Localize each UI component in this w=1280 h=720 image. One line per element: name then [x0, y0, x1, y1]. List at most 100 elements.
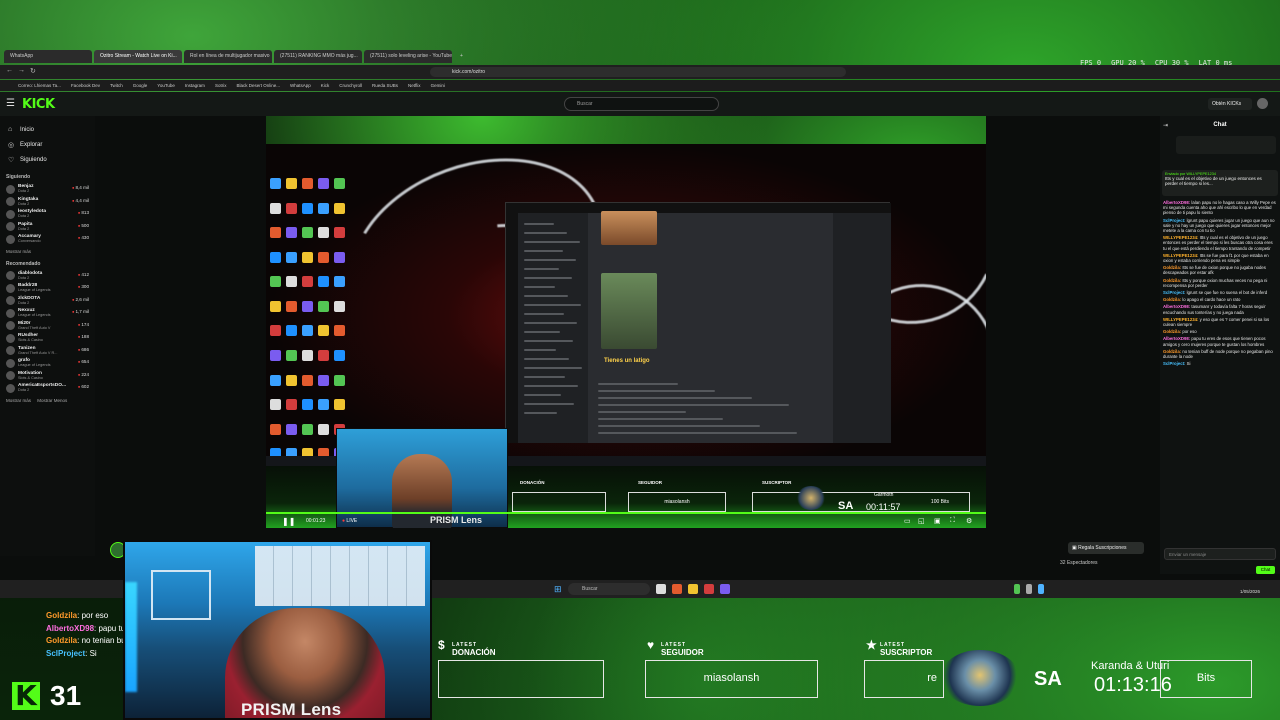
- desktop-app-icon[interactable]: [334, 276, 345, 288]
- show-more-recommended[interactable]: Mostrar más Mostrar Menos: [6, 398, 89, 403]
- desktop-app-icon[interactable]: [286, 251, 297, 263]
- browser-tab-active[interactable]: Ozitro Stream - Watch Live on Ki...: [94, 50, 182, 63]
- sidebar-channel[interactable]: AccamaryConversando 430: [6, 233, 89, 246]
- desktop-app-icon[interactable]: [270, 178, 281, 189]
- pause-icon[interactable]: ❚❚: [282, 517, 295, 526]
- chat-username[interactable]: SclProject:: [1163, 290, 1187, 295]
- desktop-app-icon[interactable]: [318, 423, 329, 435]
- nav-explore[interactable]: ◎ Explorar: [6, 137, 89, 152]
- get-kicks-button[interactable]: Obtén KICKs: [1208, 98, 1252, 110]
- desktop-app-icon[interactable]: [318, 399, 329, 411]
- sidebar-channel[interactable]: PapitaDota 2 500: [6, 221, 89, 234]
- bookmark[interactable]: Crunchyroll: [339, 83, 362, 88]
- desktop-app-icon[interactable]: [286, 276, 297, 288]
- browser-tab[interactable]: (27511) RANKING MMO más jug...: [274, 50, 362, 63]
- progress-bar[interactable]: [266, 512, 986, 514]
- desktop-app-icon[interactable]: [318, 276, 329, 288]
- desktop-app-icon[interactable]: [302, 227, 313, 239]
- desktop-app-icon[interactable]: [286, 325, 297, 337]
- desktop-app-icon[interactable]: [334, 350, 345, 362]
- chat-input[interactable]: Enviar un mensaje: [1164, 548, 1276, 560]
- desktop-app-icon[interactable]: [270, 374, 281, 386]
- desktop-app-icon[interactable]: [286, 178, 297, 189]
- desktop-app-icon[interactable]: [334, 399, 345, 411]
- desktop-app-icon[interactable]: [318, 178, 329, 189]
- windows-start-icon[interactable]: ⊞: [554, 584, 564, 594]
- clip-icon[interactable]: ▣: [934, 517, 941, 525]
- sidebar-channel[interactable]: NexxuzLeague of Legends 1,7 mil: [6, 307, 89, 320]
- search-input[interactable]: Buscar: [564, 97, 719, 111]
- app-icon[interactable]: [672, 584, 682, 594]
- desktop-app-icon[interactable]: [302, 423, 313, 435]
- sidebar-channel[interactable]: BenjazDota 2 8,4 mil: [6, 183, 89, 196]
- video-player[interactable]: Tienes un latigo DONACIÓN SEGUIDOR miaso…: [266, 116, 986, 528]
- sidebar-channel[interactable]: diablodotaDota 2 412: [6, 270, 89, 283]
- desktop-app-icon[interactable]: [334, 178, 345, 189]
- bookmark[interactable]: Netflix: [408, 83, 421, 88]
- browser-tab[interactable]: WhatsApp: [4, 50, 92, 63]
- forward-icon[interactable]: →: [18, 67, 28, 77]
- desktop-app-icon[interactable]: [270, 227, 281, 239]
- discord-icon[interactable]: [720, 584, 730, 594]
- tray-icon[interactable]: [1038, 584, 1044, 594]
- desktop-app-icon[interactable]: [270, 251, 281, 263]
- desktop-app-icon[interactable]: [286, 423, 297, 435]
- desktop-app-icon[interactable]: [270, 325, 281, 337]
- taskbar-search[interactable]: Buscar: [568, 583, 650, 595]
- desktop-app-icon[interactable]: [270, 350, 281, 362]
- bookmark[interactable]: Black Desert Online...: [236, 83, 280, 88]
- bookmark[interactable]: Sotrix: [215, 83, 227, 88]
- bookmark[interactable]: Google: [133, 83, 148, 88]
- theater-mode-icon[interactable]: ▭: [904, 517, 911, 525]
- nav-following[interactable]: ♡ Siguiendo: [6, 152, 89, 167]
- desktop-app-icon[interactable]: [302, 374, 313, 386]
- desktop-app-icon[interactable]: [302, 399, 313, 411]
- sidebar-channel[interactable]: zlckDOTADota 2 2,6 mil: [6, 295, 89, 308]
- tray-icon[interactable]: [1014, 584, 1020, 594]
- url-field[interactable]: kick.com/ozitro: [430, 67, 846, 77]
- bookmark[interactable]: Instagram: [185, 83, 205, 88]
- chat-username[interactable]: SclProject:: [1163, 361, 1187, 366]
- bookmark[interactable]: YouTube: [157, 83, 175, 88]
- desktop-app-icon[interactable]: [334, 227, 345, 239]
- fullscreen-icon[interactable]: ⛶: [950, 517, 955, 525]
- bookmark[interactable]: Facebook Dev: [71, 83, 100, 88]
- desktop-app-icon[interactable]: [334, 374, 345, 386]
- desktop-app-icon[interactable]: [318, 227, 329, 239]
- browser-tab[interactable]: Rol en línea de multijugador masivo: [184, 50, 272, 63]
- back-icon[interactable]: ←: [6, 67, 16, 77]
- desktop-app-icon[interactable]: [270, 423, 281, 435]
- desktop-app-icon[interactable]: [318, 251, 329, 263]
- desktop-app-icon[interactable]: [286, 227, 297, 239]
- browser-tab[interactable]: (27511) solo leveling arise - YouTube: [364, 50, 452, 63]
- sidebar-channel[interactable]: Baddr28League of Legends 300: [6, 282, 89, 295]
- desktop-app-icon[interactable]: [270, 399, 281, 411]
- folder-icon[interactable]: [688, 584, 698, 594]
- browser-icon[interactable]: [704, 584, 714, 594]
- chat-username[interactable]: Goldzila:: [1163, 297, 1182, 302]
- task-view-icon[interactable]: [656, 584, 666, 594]
- desktop-app-icon[interactable]: [334, 300, 345, 312]
- kick-logo[interactable]: KICK: [22, 97, 55, 112]
- bookmark[interactable]: Rueda SUBs: [372, 83, 398, 88]
- new-tab-button[interactable]: +: [454, 50, 466, 63]
- bookmark[interactable]: Gemini: [431, 83, 445, 88]
- desktop-app-icon[interactable]: [334, 325, 345, 337]
- desktop-app-icon[interactable]: [302, 251, 313, 263]
- sidebar-channel[interactable]: RUsdherSlots & Casino 188: [6, 332, 89, 345]
- desktop-app-icon[interactable]: [318, 300, 329, 312]
- desktop-app-icon[interactable]: [302, 202, 313, 214]
- bookmark[interactable]: Correo: Lhiemas Ta...: [18, 83, 61, 88]
- desktop-app-icon[interactable]: [270, 300, 281, 312]
- user-avatar[interactable]: [1257, 98, 1268, 109]
- desktop-app-icon[interactable]: [334, 251, 345, 263]
- desktop-app-icon[interactable]: [302, 300, 313, 312]
- sidebar-channel[interactable]: AmericaEsportsDO...Dota 2 602: [6, 382, 89, 395]
- sidebar-channel[interactable]: TanizenGrand Theft Auto V R... 686: [6, 345, 89, 358]
- desktop-app-icon[interactable]: [286, 202, 297, 214]
- sidebar-channel[interactable]: leostyledotaDota 2 813: [6, 208, 89, 221]
- desktop-app-icon[interactable]: [286, 399, 297, 411]
- bookmark[interactable]: Twitch: [110, 83, 123, 88]
- desktop-app-icon[interactable]: [302, 276, 313, 288]
- pip-icon[interactable]: ◱: [918, 517, 925, 525]
